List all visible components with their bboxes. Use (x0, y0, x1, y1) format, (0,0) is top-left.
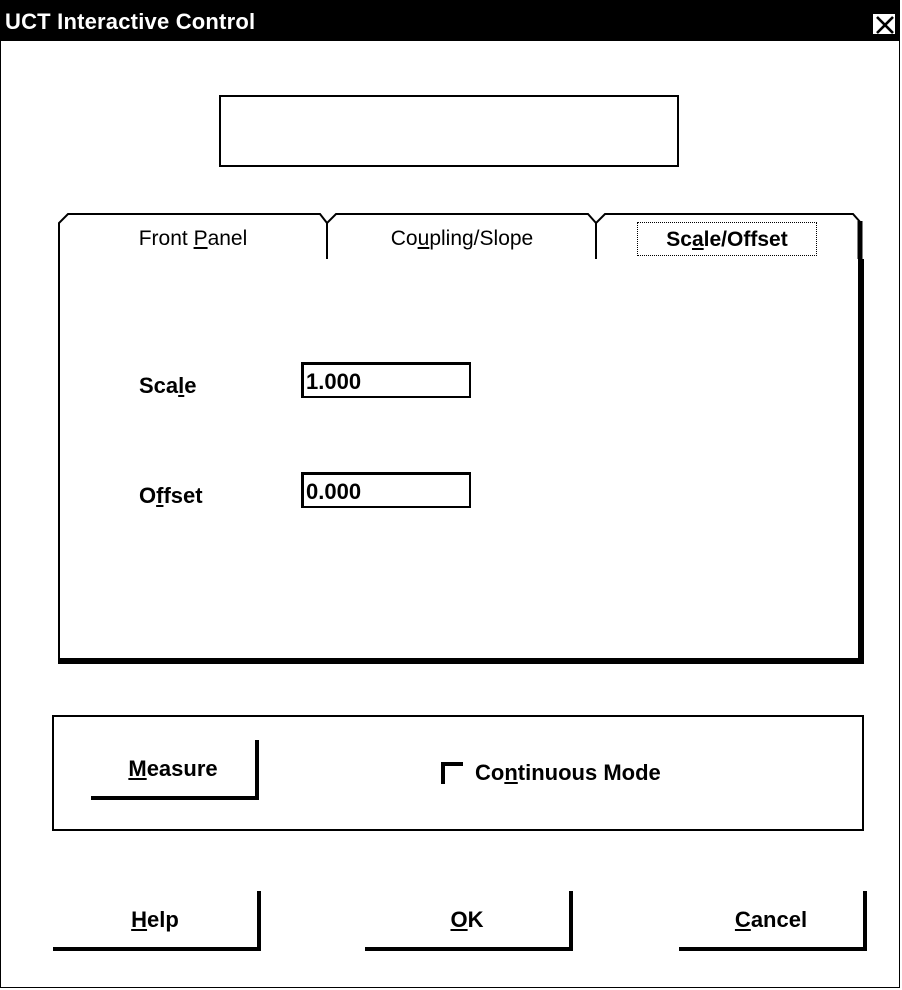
tab-coupling-slope-label: Coupling/Slope (390, 227, 534, 250)
ok-button[interactable]: OK (365, 891, 573, 951)
tab-front-panel[interactable]: Front Panel (58, 213, 328, 261)
tab-focus-indicator (637, 222, 817, 256)
measure-button-label: Measure (128, 756, 218, 781)
cancel-button-label: Cancel (734, 907, 808, 932)
continuous-mode-label[interactable]: Continuous Mode (475, 760, 661, 786)
tab-front-panel-label: Front Panel (138, 227, 248, 250)
window-title: UCT Interactive Control (5, 9, 256, 34)
cancel-button[interactable]: Cancel (679, 891, 867, 951)
title-bar[interactable]: UCT Interactive Control (1, 1, 899, 41)
help-button-label: Help (131, 907, 179, 932)
tab-coupling-slope[interactable]: Coupling/Slope (326, 213, 598, 261)
measure-button[interactable]: Measure (91, 740, 259, 800)
offset-input[interactable] (301, 472, 471, 508)
scale-offset-panel (58, 259, 864, 664)
display-field (219, 95, 679, 167)
ok-button-label: OK (450, 907, 484, 932)
continuous-mode-checkbox[interactable] (441, 762, 463, 784)
offset-label: Offset (139, 483, 203, 508)
scale-label: Scale (139, 373, 197, 398)
close-icon[interactable] (871, 12, 897, 36)
uct-dialog-window: UCT Interactive Control Front Panel Coup… (0, 0, 900, 988)
scale-input[interactable] (301, 362, 471, 398)
help-button[interactable]: Help (53, 891, 261, 951)
